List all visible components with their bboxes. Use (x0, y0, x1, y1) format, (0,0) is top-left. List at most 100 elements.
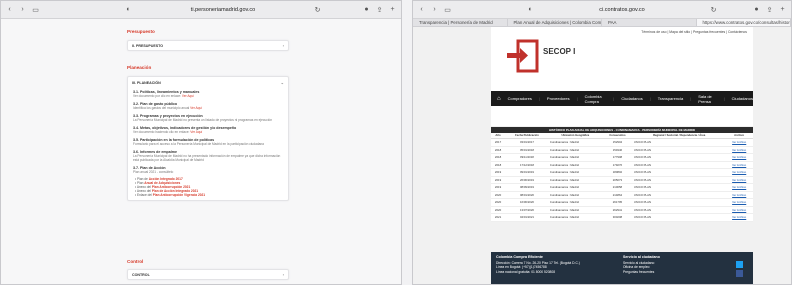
twitter-icon[interactable] (736, 261, 743, 268)
facebook-icon[interactable] (736, 270, 743, 277)
ver-archivo-text[interactable]: Ver Archivo (732, 193, 746, 197)
presupuesto-accordion[interactable]: II. PRESUPUESTO › (127, 40, 289, 51)
ver-aqui-link[interactable]: Ver Aquí (190, 106, 202, 110)
ver-aqui-link[interactable]: Ver Aquí (182, 94, 194, 98)
sidebar-icon[interactable]: ▭ (443, 5, 452, 14)
left-toolbar: ‹ › ▭ ◐ ti.personeriamadrid.gov.co ↻ ● ⇪… (1, 1, 401, 19)
ver-archivo-link[interactable]: Ver Archivo (725, 168, 753, 177)
left-url-bar[interactable]: ti.personeriamadrid.gov.co (137, 7, 309, 13)
ver-archivo-link[interactable]: Ver Archivo (725, 198, 753, 207)
plan-document-link[interactable]: Plan Anticorrupción Vigencia 2021 (153, 193, 205, 197)
ver-archivo-link[interactable]: Ver Archivo (725, 161, 753, 169)
ver-archivo-link[interactable]: Ver Archivo (725, 206, 753, 214)
table-cell: 04/01/2021 (505, 213, 549, 222)
new-tab-icon[interactable]: + (778, 5, 787, 14)
table-cell: 262941 (601, 206, 633, 214)
table-cell: 205073 (601, 176, 633, 184)
planeacion-item-desc: Identifica los gastos del municipio anua… (133, 106, 283, 110)
service-title: Servicio al ciudadano (622, 255, 660, 259)
planeacion-accordion[interactable]: III. PLANEACIÓN ⌄ (128, 77, 288, 88)
table-cell: UNICO PLAN (632, 146, 726, 154)
table-cell: UNICO PLAN (632, 206, 726, 214)
nav-colombia-compra[interactable]: Colombia Compra (585, 94, 607, 104)
share-icon[interactable]: ⇪ (375, 5, 384, 14)
extension-icon[interactable]: ● (752, 5, 761, 14)
planeacion-item: 3.7. Plan de Acción Plan anual 2021 - con… (128, 164, 288, 176)
planeacion-item-desc: La Personería Municipal de Madrid no ha … (133, 154, 283, 162)
control-accordion[interactable]: CONTROL › (127, 269, 289, 280)
secop-content: Términos de uso | Mapa del sitio | Pregu… (491, 27, 753, 284)
ver-archivo-link[interactable]: Ver Archivo (725, 176, 753, 184)
top-links[interactable]: Términos de uso | Mapa del sitio | Pregu… (641, 30, 747, 34)
service-link[interactable]: Preguntas frecuentes (623, 270, 693, 274)
share-icon[interactable]: ⇪ (765, 5, 774, 14)
secop-logo-icon (507, 39, 539, 73)
ver-archivo-text[interactable]: Ver Archivo (732, 148, 746, 152)
right-toolbar: ‹ › ▭ ◐ ci.contratos.gov.co ↻ ● ⇪ + (413, 1, 791, 19)
tab-transparencia[interactable]: Transparencia | Personería de Madrid (413, 19, 508, 26)
nav-transparencia[interactable]: Transparencia (658, 96, 683, 101)
nav-ciudadanos[interactable]: Ciudadanos (621, 96, 642, 101)
forward-icon[interactable]: › (18, 5, 27, 14)
home-icon[interactable]: ⌂ (497, 96, 501, 102)
ver-archivo-link[interactable]: Ver Archivo (725, 153, 753, 162)
chevron-down-icon: ⌄ (280, 80, 284, 85)
ver-archivo-link[interactable]: Ver Archivo (725, 138, 753, 147)
table-cell: 2020 (491, 206, 506, 214)
table-cell: UNICO PLAN (632, 176, 726, 184)
table-cell: 2018 (491, 161, 506, 169)
ver-archivo-text[interactable]: Ver Archivo (732, 208, 746, 212)
table-cell: 05/01/2018 (505, 146, 549, 154)
forward-icon[interactable]: › (430, 5, 439, 14)
back-icon[interactable]: ‹ (417, 5, 426, 14)
nav-sala-de-prensa[interactable]: Sala de Prensa (698, 94, 716, 104)
nav-ciudadanos-2[interactable]: Ciudadanos (732, 96, 753, 101)
ver-archivo-text[interactable]: Ver Archivo (732, 178, 746, 182)
ver-archivo-text[interactable]: Ver Archivo (732, 200, 746, 204)
ver-archivo-link[interactable]: Ver Archivo (725, 183, 753, 192)
right-page: Términos de uso | Mapa del sitio | Pregu… (413, 27, 791, 284)
tab-plan-anual[interactable]: Plan Anual de Adquisiciones | Colombia C… (508, 19, 602, 26)
nav-proveedores[interactable]: Proveedores (547, 96, 570, 101)
privacy-icon[interactable]: ◐ (124, 5, 133, 14)
table-cell: Cundinamarca : Madrid (548, 183, 602, 192)
sidebar-icon[interactable]: ▭ (31, 5, 40, 14)
tab-paa[interactable]: PAA (602, 19, 697, 26)
table-row: 2019 26/06/2019 Cundinamarca : Madrid 20507… (491, 176, 753, 184)
ver-archivo-text[interactable]: Ver Archivo (732, 155, 746, 159)
ver-aqui-link[interactable]: Ver Aquí (190, 130, 202, 134)
ver-archivo-text[interactable]: Ver Archivo (732, 185, 746, 189)
table-cell: 2019 (491, 183, 506, 192)
table-cell: 2018 (491, 146, 506, 154)
table-cell: Cundinamarca : Madrid (548, 153, 602, 162)
table-cell: Cundinamarca : Madrid (548, 198, 602, 207)
reload-icon[interactable]: ↻ (313, 5, 322, 14)
privacy-icon[interactable]: ◐ (526, 5, 535, 14)
nav-compradores[interactable]: Compradores (508, 96, 532, 101)
ver-archivo-text[interactable]: Ver Archivo (732, 163, 746, 167)
table-cell: Cundinamarca : Madrid (548, 168, 602, 177)
planeacion-item: 3.6. Informes de empalme La Personería Mu… (128, 148, 288, 164)
ver-archivo-link[interactable]: Ver Archivo (725, 213, 753, 222)
ver-archivo-link[interactable]: Ver Archivo (725, 191, 753, 199)
reload-icon[interactable]: ↻ (709, 5, 718, 14)
planeacion-item-desc: La Personería Municipal de Madrid no pre… (133, 118, 283, 122)
table-row: 2019 08/09/2019 Cundinamarca : Madrid 21005… (491, 183, 753, 192)
extension-icon[interactable]: ● (362, 5, 371, 14)
ver-archivo-text[interactable]: Ver Archivo (732, 170, 746, 174)
secop-banner: Términos de uso | Mapa del sitio | Pregu… (491, 27, 753, 91)
ver-archivo-link[interactable]: Ver Archivo (725, 146, 753, 154)
right-url-bar[interactable]: ci.contratos.gov.co (539, 7, 705, 13)
ver-archivo-text[interactable]: Ver Archivo (732, 215, 746, 219)
tab-historico[interactable]: https://www.contratos.gov.co/consultas/h… (696, 19, 791, 26)
new-tab-icon[interactable]: + (388, 5, 397, 14)
table-cell: 2020 (491, 191, 506, 199)
back-icon[interactable]: ‹ (5, 5, 14, 14)
table-row: 2020 08/01/2020 Cundinamarca : Madrid 21486… (491, 191, 753, 199)
table-cell: UNICO PLAN (632, 213, 726, 222)
ver-archivo-text[interactable]: Ver Archivo (732, 140, 746, 144)
site-footer: Colombia Compra Eficiente Dirección: Car… (491, 252, 753, 284)
left-browser-window: ‹ › ▭ ◐ ti.personeriamadrid.gov.co ↻ ● ⇪… (0, 0, 402, 285)
planeacion-item-desc-text: Plan anual 2021 - consúltelo (133, 170, 174, 174)
table-cell: 2018 (491, 153, 506, 162)
